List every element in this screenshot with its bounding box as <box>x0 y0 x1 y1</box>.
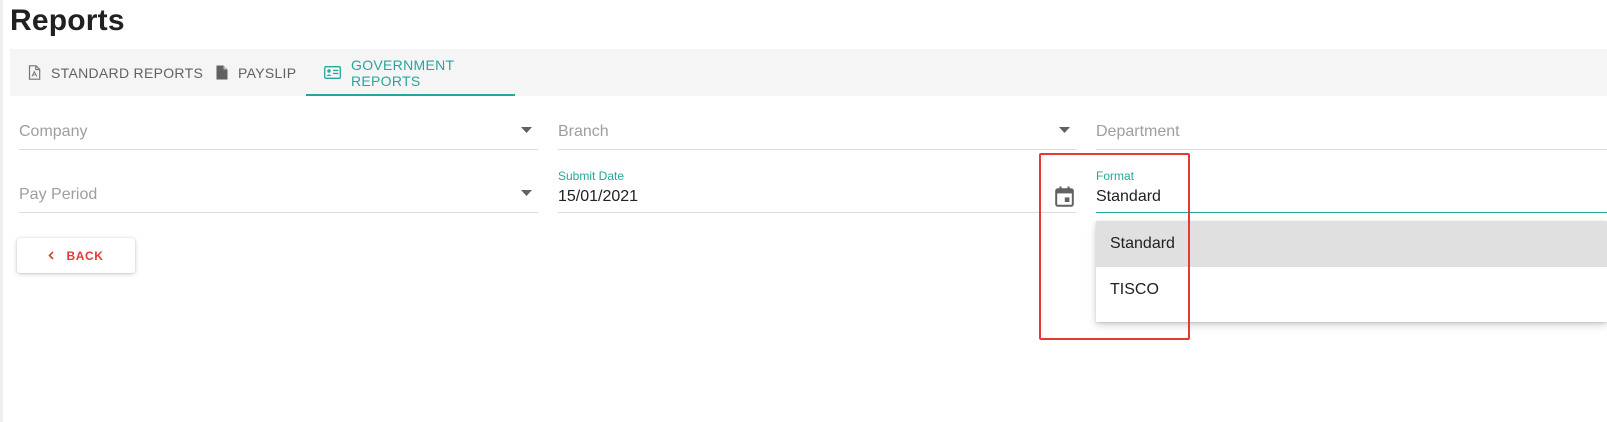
back-button-label: BACK <box>66 248 104 263</box>
chevron-left-icon <box>48 249 55 263</box>
field-underline <box>19 212 538 213</box>
submit-date-field[interactable]: Submit Date 15/01/2021 <box>558 169 1076 213</box>
chevron-down-icon <box>1059 120 1070 138</box>
tab-standard-reports[interactable]: STANDARD REPORTS <box>10 49 219 96</box>
tab-label: PAYSLIP <box>238 64 297 81</box>
field-underline <box>19 149 538 150</box>
field-underline <box>558 212 1076 213</box>
department-select[interactable]: Department <box>1096 110 1607 150</box>
field-underline <box>1096 149 1607 150</box>
format-label: Format <box>1096 169 1135 183</box>
calendar-icon[interactable] <box>1055 186 1074 212</box>
department-placeholder: Department <box>1096 123 1180 140</box>
tab-label: STANDARD REPORTS <box>51 64 204 81</box>
format-option-tisco[interactable]: TISCO <box>1096 267 1607 313</box>
reports-page: Reports STANDARD REPORTS PAYSLIP GOVERNM… <box>0 0 1607 422</box>
tab-government-reports[interactable]: GOVERNMENT REPORTS <box>306 49 515 96</box>
back-button[interactable]: BACK <box>17 238 135 273</box>
id-card-icon <box>324 66 341 79</box>
branch-select[interactable]: Branch <box>558 110 1076 150</box>
format-value: Standard <box>1096 188 1161 205</box>
chevron-down-icon <box>521 120 532 138</box>
report-tabs: STANDARD REPORTS PAYSLIP GOVERNMENT REPO… <box>10 49 1607 96</box>
tab-payslip[interactable]: PAYSLIP <box>198 49 312 96</box>
field-underline <box>1096 211 1607 213</box>
submit-date-value: 15/01/2021 <box>558 188 639 205</box>
format-option-standard[interactable]: Standard <box>1096 221 1607 267</box>
left-border <box>0 0 3 422</box>
pay-period-placeholder: Pay Period <box>19 186 98 203</box>
pay-period-select[interactable]: Pay Period <box>19 173 538 213</box>
branch-placeholder: Branch <box>558 123 609 140</box>
document-icon <box>216 65 228 80</box>
pdf-file-icon <box>28 65 41 80</box>
company-select[interactable]: Company <box>19 110 538 150</box>
tab-label: GOVERNMENT REPORTS <box>351 56 455 89</box>
format-select[interactable]: Format Standard <box>1096 169 1607 213</box>
company-placeholder: Company <box>19 123 88 140</box>
submit-date-label: Submit Date <box>558 169 625 183</box>
field-underline <box>558 149 1076 150</box>
format-dropdown-menu: Standard TISCO <box>1096 221 1607 322</box>
chevron-down-icon <box>521 183 532 201</box>
page-title: Reports <box>10 4 125 37</box>
